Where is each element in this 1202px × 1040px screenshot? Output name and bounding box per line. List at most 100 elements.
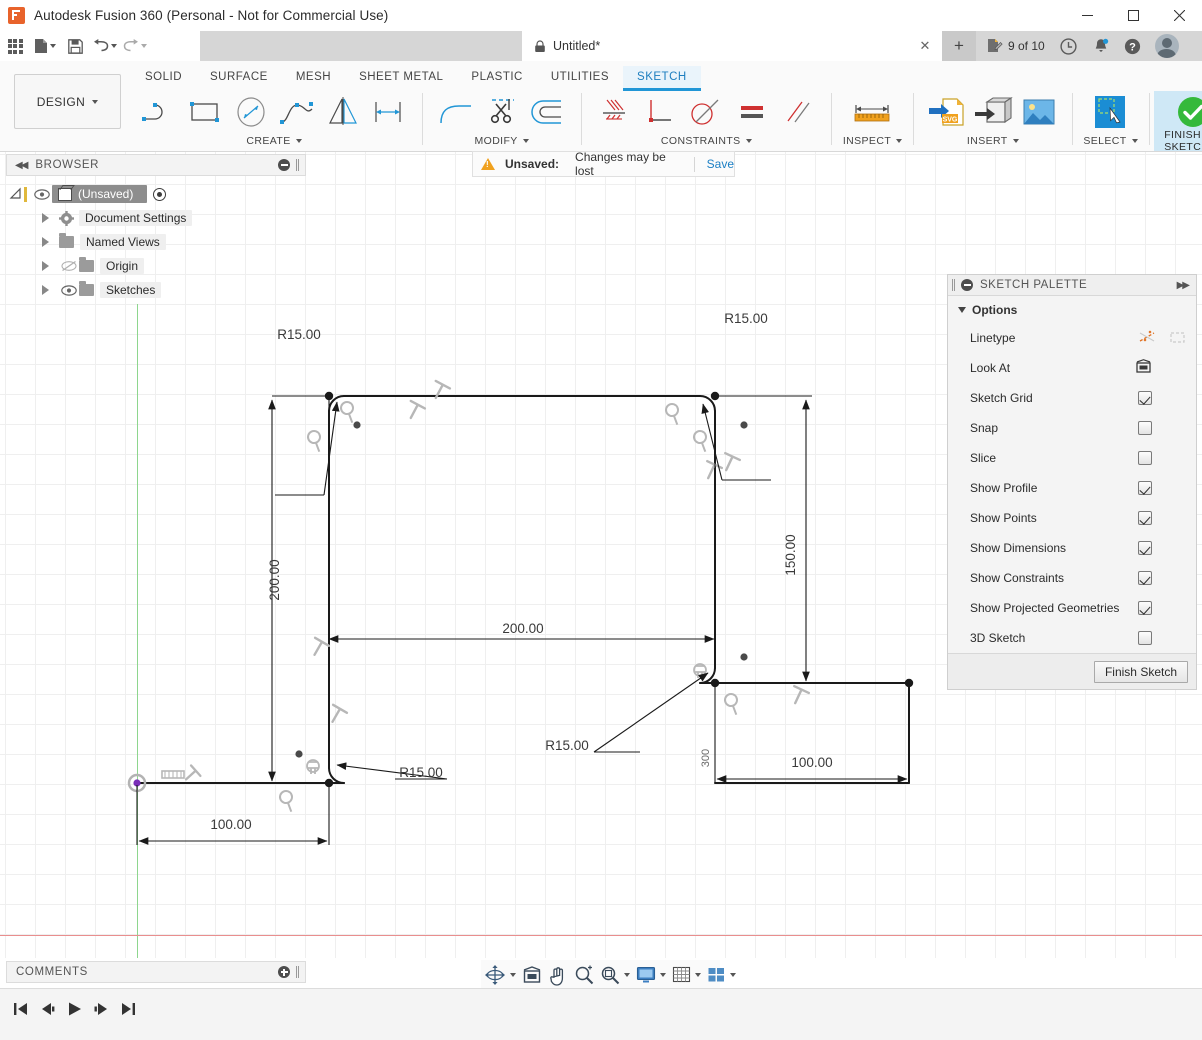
browser-minimize-icon[interactable] bbox=[278, 159, 290, 171]
checkbox-show-points[interactable] bbox=[1138, 511, 1152, 525]
expand-arrow-document-settings[interactable] bbox=[42, 213, 49, 223]
browser-item-origin[interactable]: Origin bbox=[6, 254, 306, 278]
tab-plastic[interactable]: PLASTIC bbox=[457, 66, 536, 88]
browser-root-chip[interactable]: (Unsaved) bbox=[52, 185, 147, 203]
document-tab[interactable]: Untitled* ✕ bbox=[522, 31, 942, 61]
circle-tool-icon[interactable] bbox=[229, 92, 273, 132]
group-finish-sketch-label[interactable]: FINISH SKETCH bbox=[1164, 133, 1202, 149]
parallel-constraint-icon[interactable] bbox=[776, 92, 820, 132]
add-comment-icon[interactable] bbox=[278, 966, 290, 978]
dimension-value-small-offset[interactable]: 300 bbox=[700, 749, 712, 767]
trim-tool-icon[interactable] bbox=[480, 92, 524, 132]
tangent-constraint-icon[interactable] bbox=[684, 92, 728, 132]
browser-item-document-settings[interactable]: Document Settings bbox=[6, 206, 306, 230]
palette-expand-icon[interactable]: ▶▶ bbox=[1177, 280, 1188, 291]
new-document-icon[interactable] bbox=[30, 32, 60, 60]
tab-solid[interactable]: SOLID bbox=[131, 66, 196, 88]
measure-tool-icon[interactable] bbox=[850, 92, 894, 132]
insert-image-icon[interactable] bbox=[1017, 92, 1061, 132]
close-button[interactable] bbox=[1156, 0, 1202, 31]
browser-item-named-views[interactable]: Named Views bbox=[6, 230, 306, 254]
centerline-linetype-icon[interactable] bbox=[1168, 329, 1188, 348]
group-modify-label[interactable]: MODIFY bbox=[474, 133, 528, 149]
group-inspect-label[interactable]: INSPECT bbox=[843, 133, 902, 149]
palette-row-show-dimensions[interactable]: Show Dimensions bbox=[948, 533, 1196, 563]
palette-row-show-profile[interactable]: Show Profile bbox=[948, 473, 1196, 503]
chevron-down-icon[interactable] bbox=[695, 973, 701, 977]
palette-row-show-points[interactable]: Show Points bbox=[948, 503, 1196, 533]
activate-component-icon[interactable] bbox=[153, 188, 166, 201]
redo-icon[interactable] bbox=[120, 32, 150, 60]
dimension-value-top-width[interactable]: 200.00 bbox=[502, 621, 543, 636]
checkbox-show-profile[interactable] bbox=[1138, 481, 1152, 495]
workspace-selector[interactable]: DESIGN bbox=[14, 74, 121, 129]
add-tab-button[interactable]: + bbox=[942, 31, 976, 61]
checkbox-sketch-grid[interactable] bbox=[1138, 391, 1152, 405]
dimension-value-right-height[interactable]: 150.00 bbox=[783, 534, 798, 575]
fix-constraint-icon[interactable] bbox=[592, 92, 636, 132]
palette-row-3d-sketch[interactable]: 3D Sketch bbox=[948, 623, 1196, 653]
browser-item-sketches[interactable]: Sketches bbox=[6, 278, 306, 302]
expand-arrow-named-views[interactable] bbox=[42, 237, 49, 247]
group-finish-sketch[interactable]: FINISH SKETCH bbox=[1154, 91, 1202, 151]
tab-surface[interactable]: SURFACE bbox=[196, 66, 282, 88]
fit-tool[interactable] bbox=[597, 961, 633, 989]
timeline-step-back[interactable] bbox=[35, 995, 60, 1023]
radius-value-top-left[interactable]: R15.00 bbox=[277, 327, 321, 342]
undo-icon[interactable] bbox=[90, 32, 120, 60]
palette-row-sketch-grid[interactable]: Sketch Grid bbox=[948, 383, 1196, 413]
save-link[interactable]: Save bbox=[707, 157, 734, 171]
radius-value-top-right[interactable]: R15.00 bbox=[724, 311, 768, 326]
recent-clock-icon[interactable] bbox=[1055, 33, 1083, 59]
maximize-button[interactable] bbox=[1110, 0, 1156, 31]
pan-tool[interactable] bbox=[545, 961, 571, 989]
mirror-tool-icon[interactable] bbox=[321, 92, 365, 132]
look-at-icon[interactable] bbox=[1135, 359, 1152, 377]
dimension-value-bottom-left-width[interactable]: 100.00 bbox=[210, 817, 251, 832]
radius-value-bottom-inner[interactable]: R15.00 bbox=[545, 738, 589, 753]
palette-row-snap[interactable]: Snap bbox=[948, 413, 1196, 443]
checkbox-snap[interactable] bbox=[1138, 421, 1152, 435]
perpendicular-constraint-icon[interactable] bbox=[638, 92, 682, 132]
expand-arrow-sketches[interactable] bbox=[42, 285, 49, 295]
tab-sketch[interactable]: SKETCH bbox=[623, 66, 701, 91]
group-constraints-label[interactable]: CONSTRAINTS bbox=[661, 133, 752, 149]
checkbox-slice[interactable] bbox=[1138, 451, 1152, 465]
palette-row-show-projected-geometries[interactable]: Show Projected Geometries bbox=[948, 593, 1196, 623]
radius-value-bottom-left[interactable]: R15.00 bbox=[399, 765, 443, 780]
minimize-button[interactable] bbox=[1064, 0, 1110, 31]
close-tab-icon[interactable]: ✕ bbox=[918, 39, 932, 53]
palette-minimize-icon[interactable] bbox=[961, 279, 973, 291]
timeline-go-to-start[interactable] bbox=[8, 995, 33, 1023]
version-indicator[interactable]: 9 of 10 bbox=[980, 33, 1051, 59]
finish-sketch-button[interactable]: Finish Sketch bbox=[1094, 661, 1188, 683]
options-section-header[interactable]: Options bbox=[958, 303, 1196, 317]
user-avatar[interactable] bbox=[1155, 34, 1179, 58]
look-at-tool[interactable] bbox=[519, 961, 545, 989]
comments-grip-handle[interactable] bbox=[296, 966, 299, 978]
display-settings-tool[interactable] bbox=[633, 961, 669, 989]
palette-row-slice[interactable]: Slice bbox=[948, 443, 1196, 473]
spline-tool-icon[interactable] bbox=[275, 92, 319, 132]
palette-row-linetype[interactable]: Linetype bbox=[948, 323, 1196, 353]
dimension-value-left-height[interactable]: 200.00 bbox=[267, 559, 282, 600]
group-insert-label[interactable]: INSERT bbox=[967, 133, 1019, 149]
dimension-tool-icon[interactable] bbox=[367, 92, 411, 132]
visibility-eye-icon[interactable] bbox=[32, 189, 52, 200]
line-tool-icon[interactable] bbox=[137, 92, 181, 132]
insert-svg-icon[interactable]: SVG bbox=[925, 92, 969, 132]
grid-snaps-tool[interactable] bbox=[669, 961, 704, 989]
help-icon[interactable]: ? bbox=[1119, 33, 1147, 59]
chevron-down-icon[interactable] bbox=[730, 973, 736, 977]
tab-mesh[interactable]: MESH bbox=[282, 66, 345, 88]
rectangle-tool-icon[interactable] bbox=[183, 92, 227, 132]
construction-linetype-icon[interactable] bbox=[1138, 329, 1158, 348]
fillet-tool-icon[interactable] bbox=[434, 92, 478, 132]
select-tool-icon[interactable] bbox=[1088, 92, 1132, 132]
chevron-down-icon[interactable] bbox=[624, 973, 630, 977]
notifications-bell-icon[interactable] bbox=[1087, 33, 1115, 59]
orbit-tool[interactable] bbox=[481, 961, 519, 989]
checkbox-show-constraints[interactable] bbox=[1138, 571, 1152, 585]
palette-row-show-constraints[interactable]: Show Constraints bbox=[948, 563, 1196, 593]
chevron-down-icon[interactable] bbox=[510, 973, 516, 977]
